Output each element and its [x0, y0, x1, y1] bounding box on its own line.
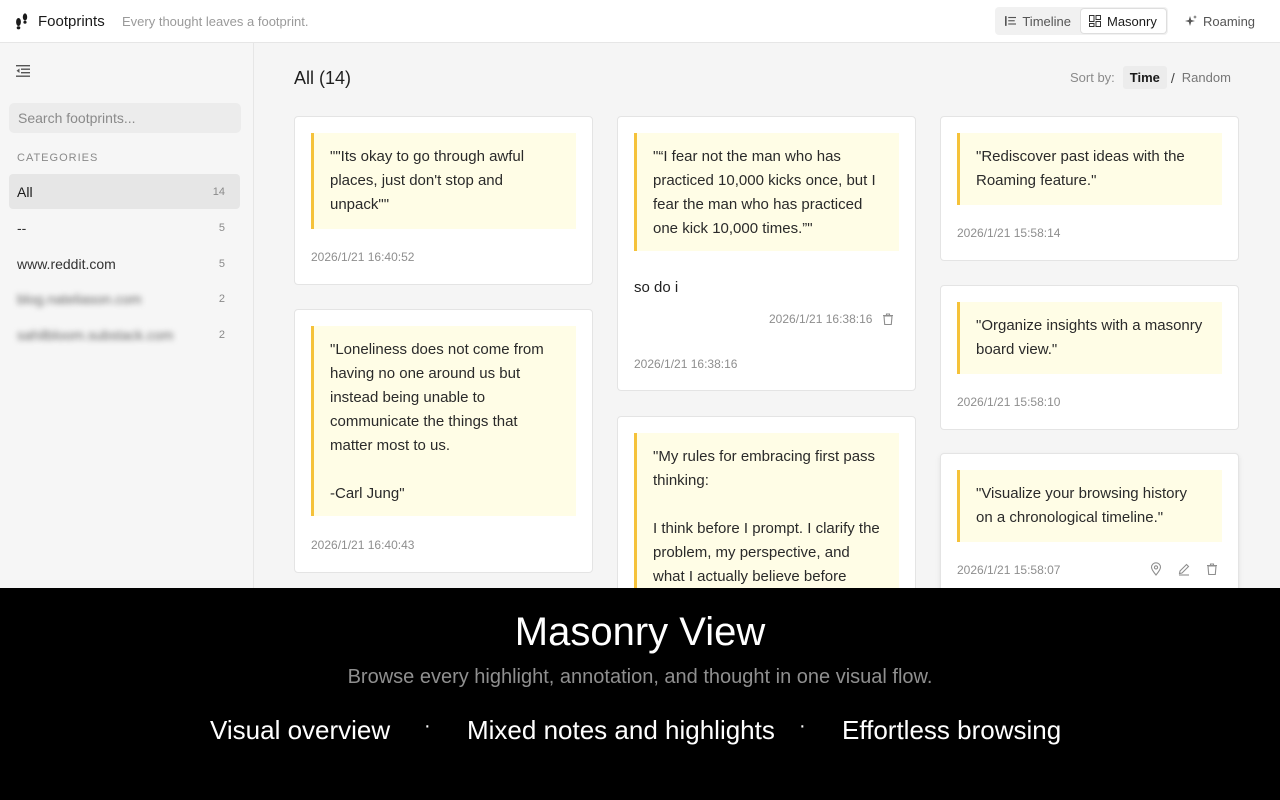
collapse-sidebar-icon[interactable] — [16, 65, 30, 77]
masonry-grid-icon — [1089, 15, 1101, 27]
card-timestamp: 2026/1/21 16:40:43 — [311, 538, 415, 552]
view-masonry-button[interactable]: Masonry — [1081, 9, 1166, 33]
search-input[interactable] — [9, 103, 241, 133]
banner-subtitle: Browse every highlight, annotation, and … — [347, 666, 933, 688]
trash-icon[interactable] — [1205, 562, 1219, 576]
category-item-reddit[interactable]: www.reddit.com 5 — [9, 246, 240, 281]
category-label: blog.nateliason.com — [17, 290, 142, 307]
banner-title: Masonry View — [514, 610, 766, 654]
trash-icon[interactable] — [881, 312, 895, 326]
footprint-card[interactable]: "“I fear not the man who has practiced 1… — [617, 116, 916, 391]
category-count: 5 — [218, 221, 225, 234]
banner-separator: · — [799, 715, 806, 737]
footprint-card[interactable]: "My rules for embracing first pass think… — [617, 416, 916, 617]
note-timestamp: 2026/1/21 16:38:16 — [769, 312, 873, 326]
category-count: 5 — [218, 257, 225, 270]
category-count: 2 — [218, 292, 225, 305]
sort-random-button[interactable]: Random — [1182, 70, 1231, 85]
brand[interactable]: Footprints — [14, 12, 105, 30]
category-item-nateliason[interactable]: blog.nateliason.com 2 — [9, 281, 240, 316]
feature-banner: Masonry View Browse every highlight, ann… — [0, 588, 1280, 800]
banner-feature: Visual overview — [210, 715, 391, 745]
timeline-icon — [1005, 16, 1017, 26]
sort-time-button[interactable]: Time — [1122, 66, 1167, 89]
category-label: -- — [17, 219, 27, 236]
app-tagline: Every thought leaves a footprint. — [122, 14, 309, 29]
highlight-quote: "“I fear not the man who has practiced 1… — [634, 133, 899, 251]
card-timestamp: 2026/1/21 15:58:10 — [957, 395, 1061, 409]
location-pin-icon[interactable] — [1149, 562, 1163, 576]
highlight-quote: "Visualize your browsing history on a ch… — [957, 470, 1222, 542]
highlight-quote: "Loneliness does not come from having no… — [311, 326, 576, 516]
highlight-quote: ""Its okay to go through awful places, j… — [311, 133, 576, 229]
category-count: 2 — [218, 328, 225, 341]
banner-separator: · — [424, 715, 431, 737]
sort-separator: / — [1170, 69, 1175, 86]
category-count: 14 — [212, 185, 225, 198]
view-switch: Timeline Masonry — [995, 7, 1168, 35]
category-item-none[interactable]: -- 5 — [9, 210, 240, 245]
card-timestamp: 2026/1/21 16:38:16 — [634, 357, 738, 371]
edit-pencil-icon[interactable] — [1177, 562, 1191, 576]
category-label: All — [17, 183, 33, 200]
footprint-card[interactable]: ""Its okay to go through awful places, j… — [294, 116, 593, 285]
app-name: Footprints — [38, 12, 105, 30]
banner-feature: Effortless browsing — [842, 715, 1062, 745]
view-timeline-label: Timeline — [1022, 13, 1071, 29]
sparkle-icon — [1185, 14, 1197, 26]
category-item-all[interactable]: All 14 — [9, 174, 240, 209]
view-timeline-button[interactable]: Timeline — [997, 9, 1079, 33]
category-label: www.reddit.com — [17, 255, 116, 272]
sort-label: Sort by: — [1070, 70, 1115, 85]
view-roaming-button[interactable]: Roaming — [1184, 9, 1255, 33]
card-timestamp: 2026/1/21 15:58:07 — [957, 563, 1061, 577]
footprints-icon — [16, 13, 28, 30]
view-masonry-label: Masonry — [1107, 13, 1157, 29]
card-timestamp: 2026/1/21 15:58:14 — [957, 226, 1061, 240]
categories-heading: CATEGORIES — [17, 152, 99, 164]
top-bar: Footprints Every thought leaves a footpr… — [0, 0, 1280, 43]
footprint-card[interactable]: "Visualize your browsing history on a ch… — [940, 453, 1239, 598]
category-item-sahilbloom[interactable]: sahilbloom.substack.com 2 — [9, 317, 240, 352]
highlight-quote: "Rediscover past ideas with the Roaming … — [957, 133, 1222, 205]
category-label: sahilbloom.substack.com — [17, 326, 174, 343]
footprint-card[interactable]: "Rediscover past ideas with the Roaming … — [940, 116, 1239, 261]
footprint-card[interactable]: "Organize insights with a masonry board … — [940, 285, 1239, 430]
banner-feature: Mixed notes and highlights — [467, 715, 775, 745]
highlight-quote: "Organize insights with a masonry board … — [957, 302, 1222, 374]
footprint-card[interactable]: "Loneliness does not come from having no… — [294, 309, 593, 573]
sort-control: Sort by: Time / Random — [1070, 66, 1231, 89]
view-roaming-label: Roaming — [1203, 13, 1256, 29]
card-timestamp: 2026/1/21 16:40:52 — [311, 250, 415, 264]
annotation-note: so do i — [634, 279, 679, 296]
page-title: All (14) — [294, 68, 352, 88]
